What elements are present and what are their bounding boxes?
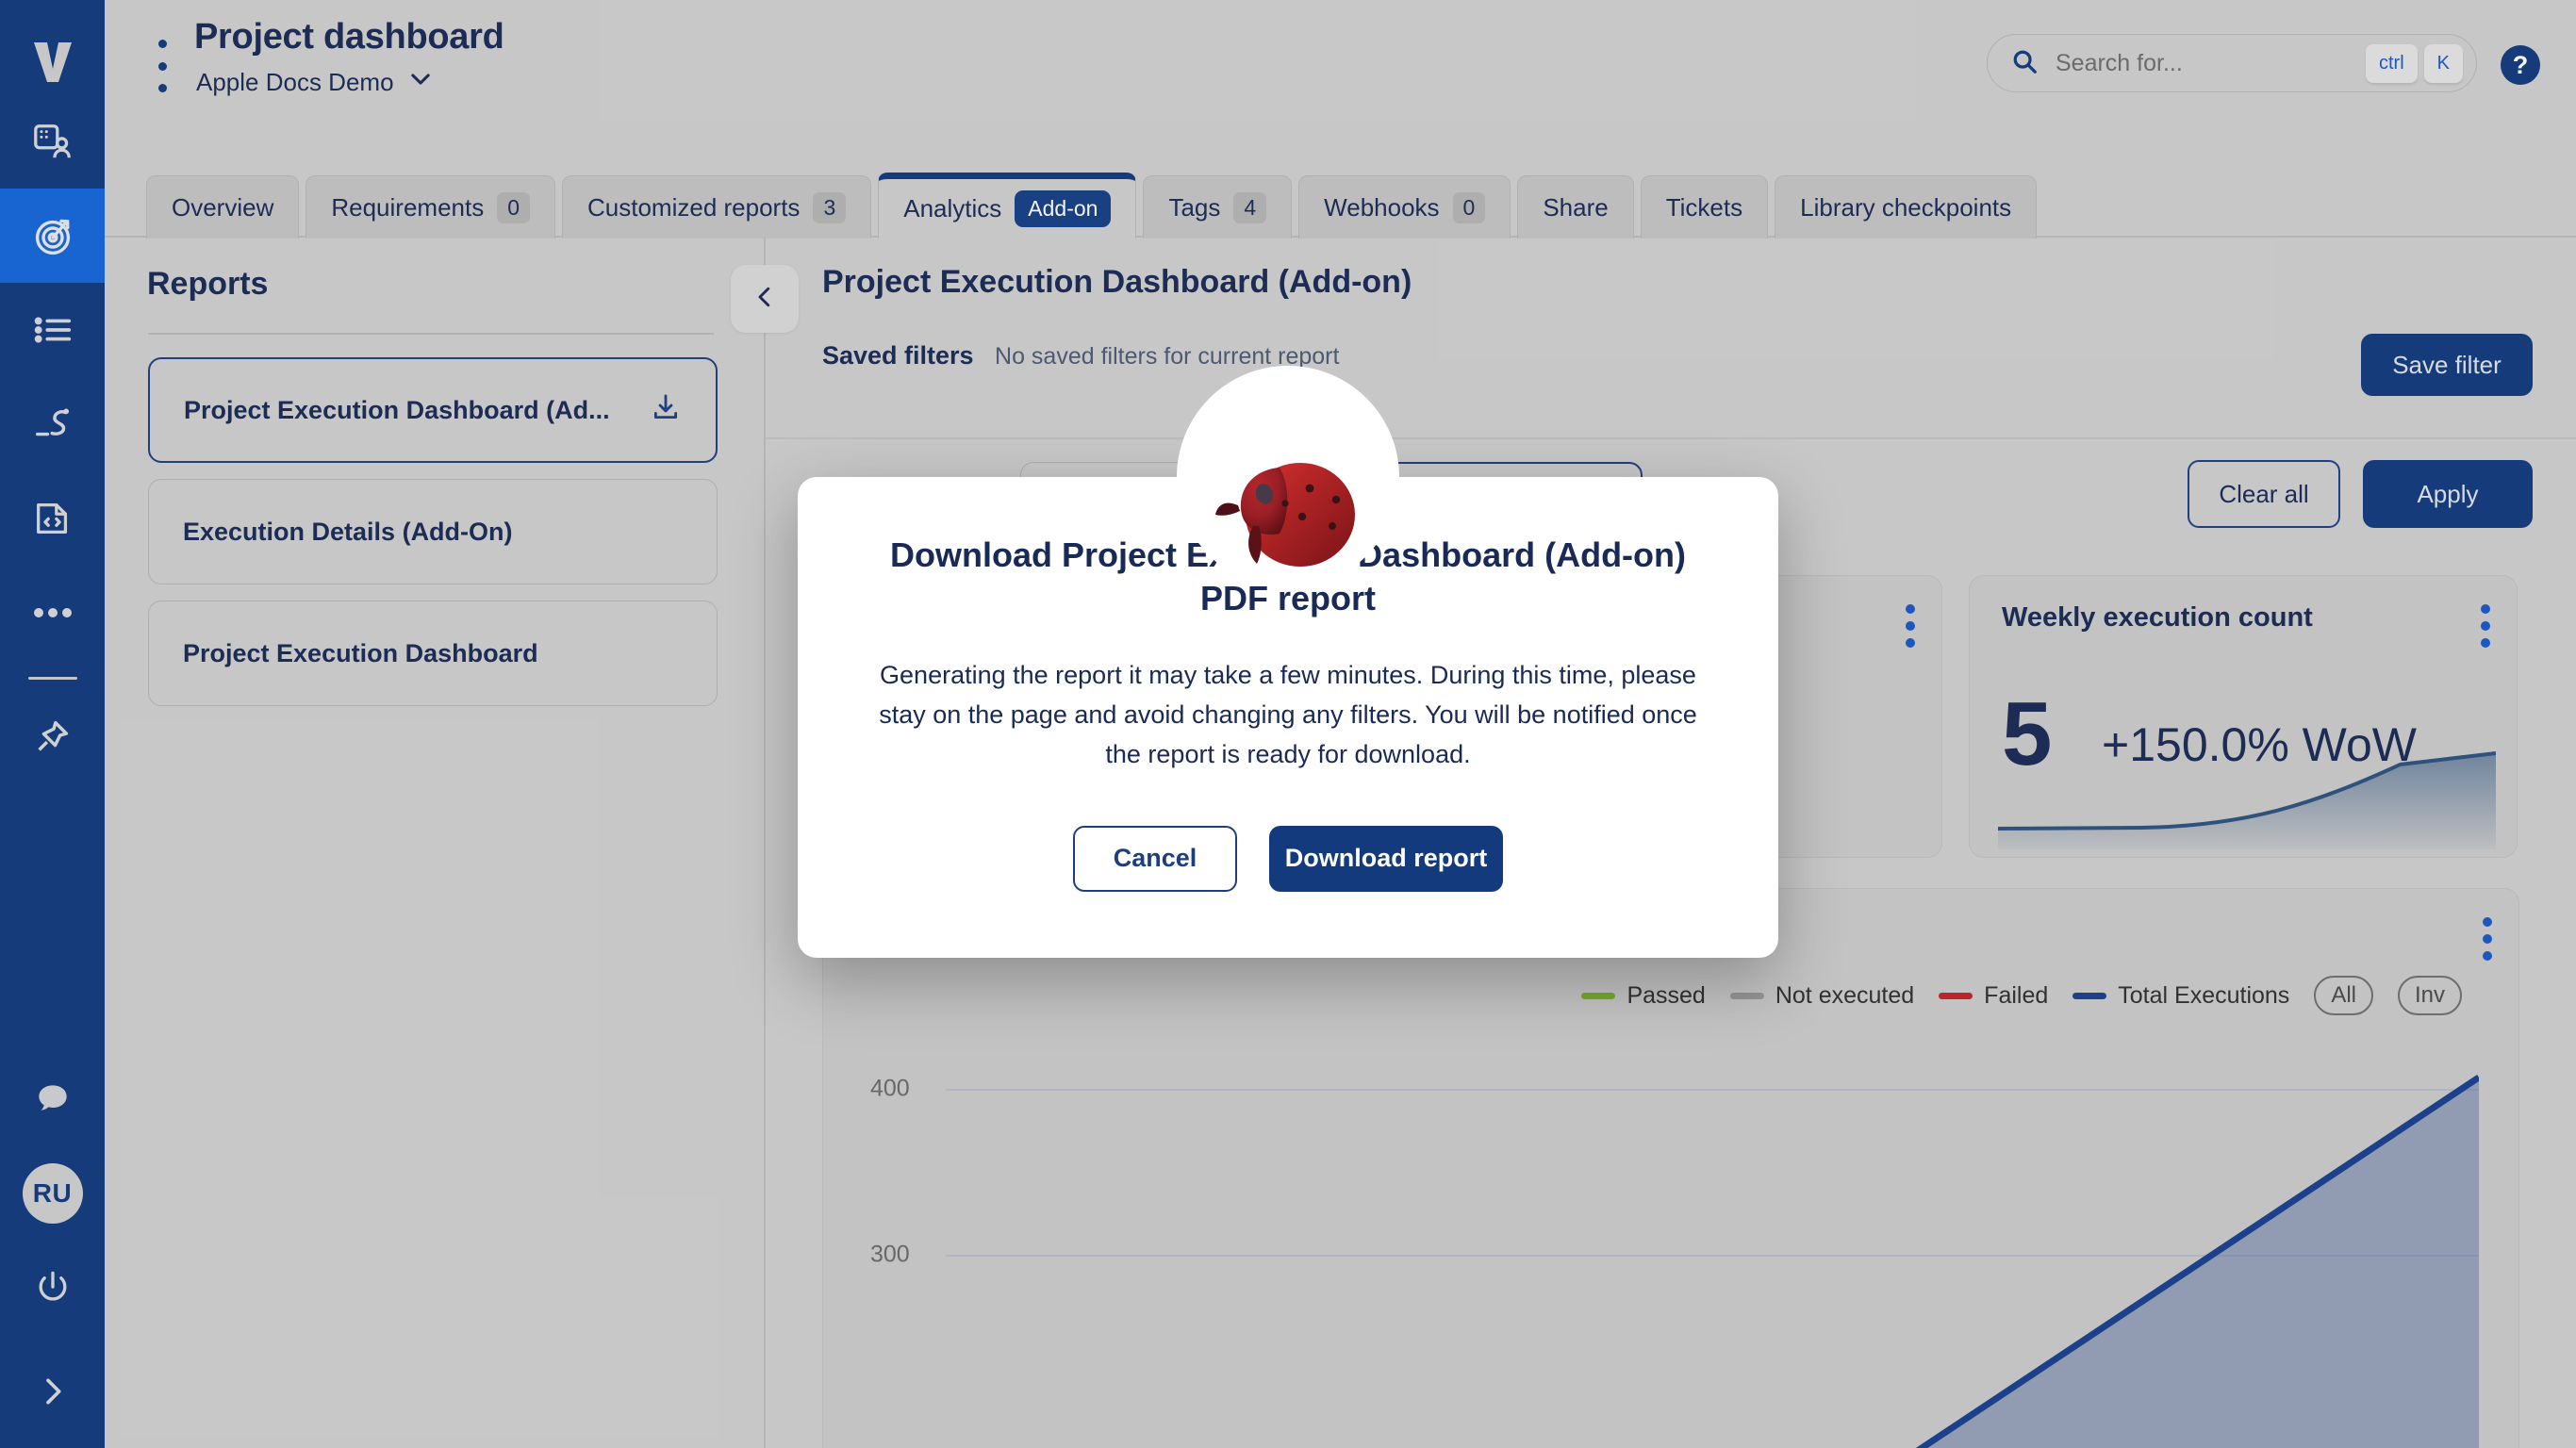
- cancel-button[interactable]: Cancel: [1073, 825, 1237, 892]
- app-root: RU Project dashboard Apple Docs Demo Sea…: [0, 0, 2576, 1448]
- modal-description: Generating the report it may take a few …: [879, 661, 1697, 768]
- download-report-button[interactable]: Download report: [1269, 825, 1503, 892]
- download-report-modal: Download Project Execution Dashboard (Ad…: [798, 366, 1778, 958]
- bug-icon: [1177, 366, 1399, 588]
- modal-actions: Cancel Download report: [1073, 825, 1503, 892]
